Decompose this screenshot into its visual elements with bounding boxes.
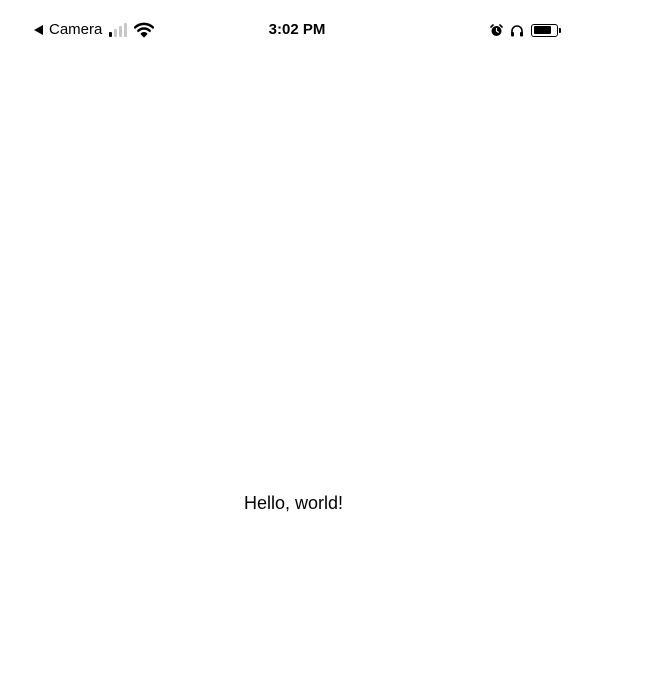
hello-label: Hello, world! [244, 493, 344, 513]
signal-icon [109, 23, 129, 37]
status-right-icons [490, 20, 561, 40]
status-bar: Camera 3:02 PM [0, 0, 667, 60]
alarm-icon [490, 23, 503, 36]
back-app-label: Camera [49, 21, 103, 38]
battery-level-fill [533, 26, 552, 34]
back-arrow-icon [34, 25, 43, 35]
signal-bar [124, 23, 128, 37]
signal-bar [114, 29, 118, 37]
status-time: 3:02 PM [268, 21, 326, 38]
wifi-icon [134, 22, 155, 38]
back-to-app-button[interactable]: Camera [34, 20, 155, 40]
signal-bar [119, 26, 123, 37]
battery-cap [559, 27, 561, 33]
battery-icon [531, 23, 558, 37]
signal-bar [109, 32, 113, 37]
headphones-icon [511, 24, 523, 36]
